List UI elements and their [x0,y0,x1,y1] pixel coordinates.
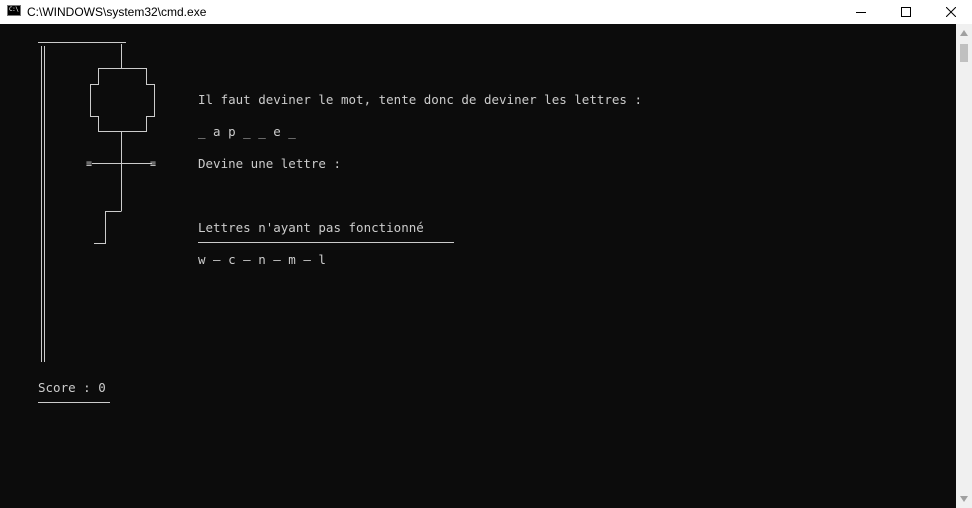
legs [94,211,122,244]
score-line: Score : 0 [38,380,106,395]
right-hand: ≡ [150,159,156,170]
hangman-drawing: ≡ ≡ [38,42,156,362]
score-underline [38,402,110,403]
scroll-down-arrow-icon[interactable] [960,496,968,502]
minimize-icon [856,12,866,13]
failed-letters-list: w — c — n — m — l [198,252,326,267]
vertical-scrollbar[interactable] [956,24,972,508]
close-icon [946,7,956,17]
maximize-button[interactable] [883,0,929,24]
masked-word: _ a p _ _ e _ [198,124,296,139]
intro-text: Il faut deviner le mot, tente donc de de… [198,92,643,107]
failed-header-underline [198,242,454,243]
scroll-thumb[interactable] [960,44,968,62]
minimize-button[interactable] [838,0,884,24]
failed-letters-header: Lettres n'ayant pas fonctionné [198,220,424,235]
maximize-icon [901,7,911,17]
letter-prompt: Devine une lettre : [198,156,341,171]
close-button[interactable] [928,0,972,24]
head [90,68,155,132]
left-hand: ≡ [86,159,92,170]
scroll-up-arrow-icon[interactable] [960,30,968,36]
